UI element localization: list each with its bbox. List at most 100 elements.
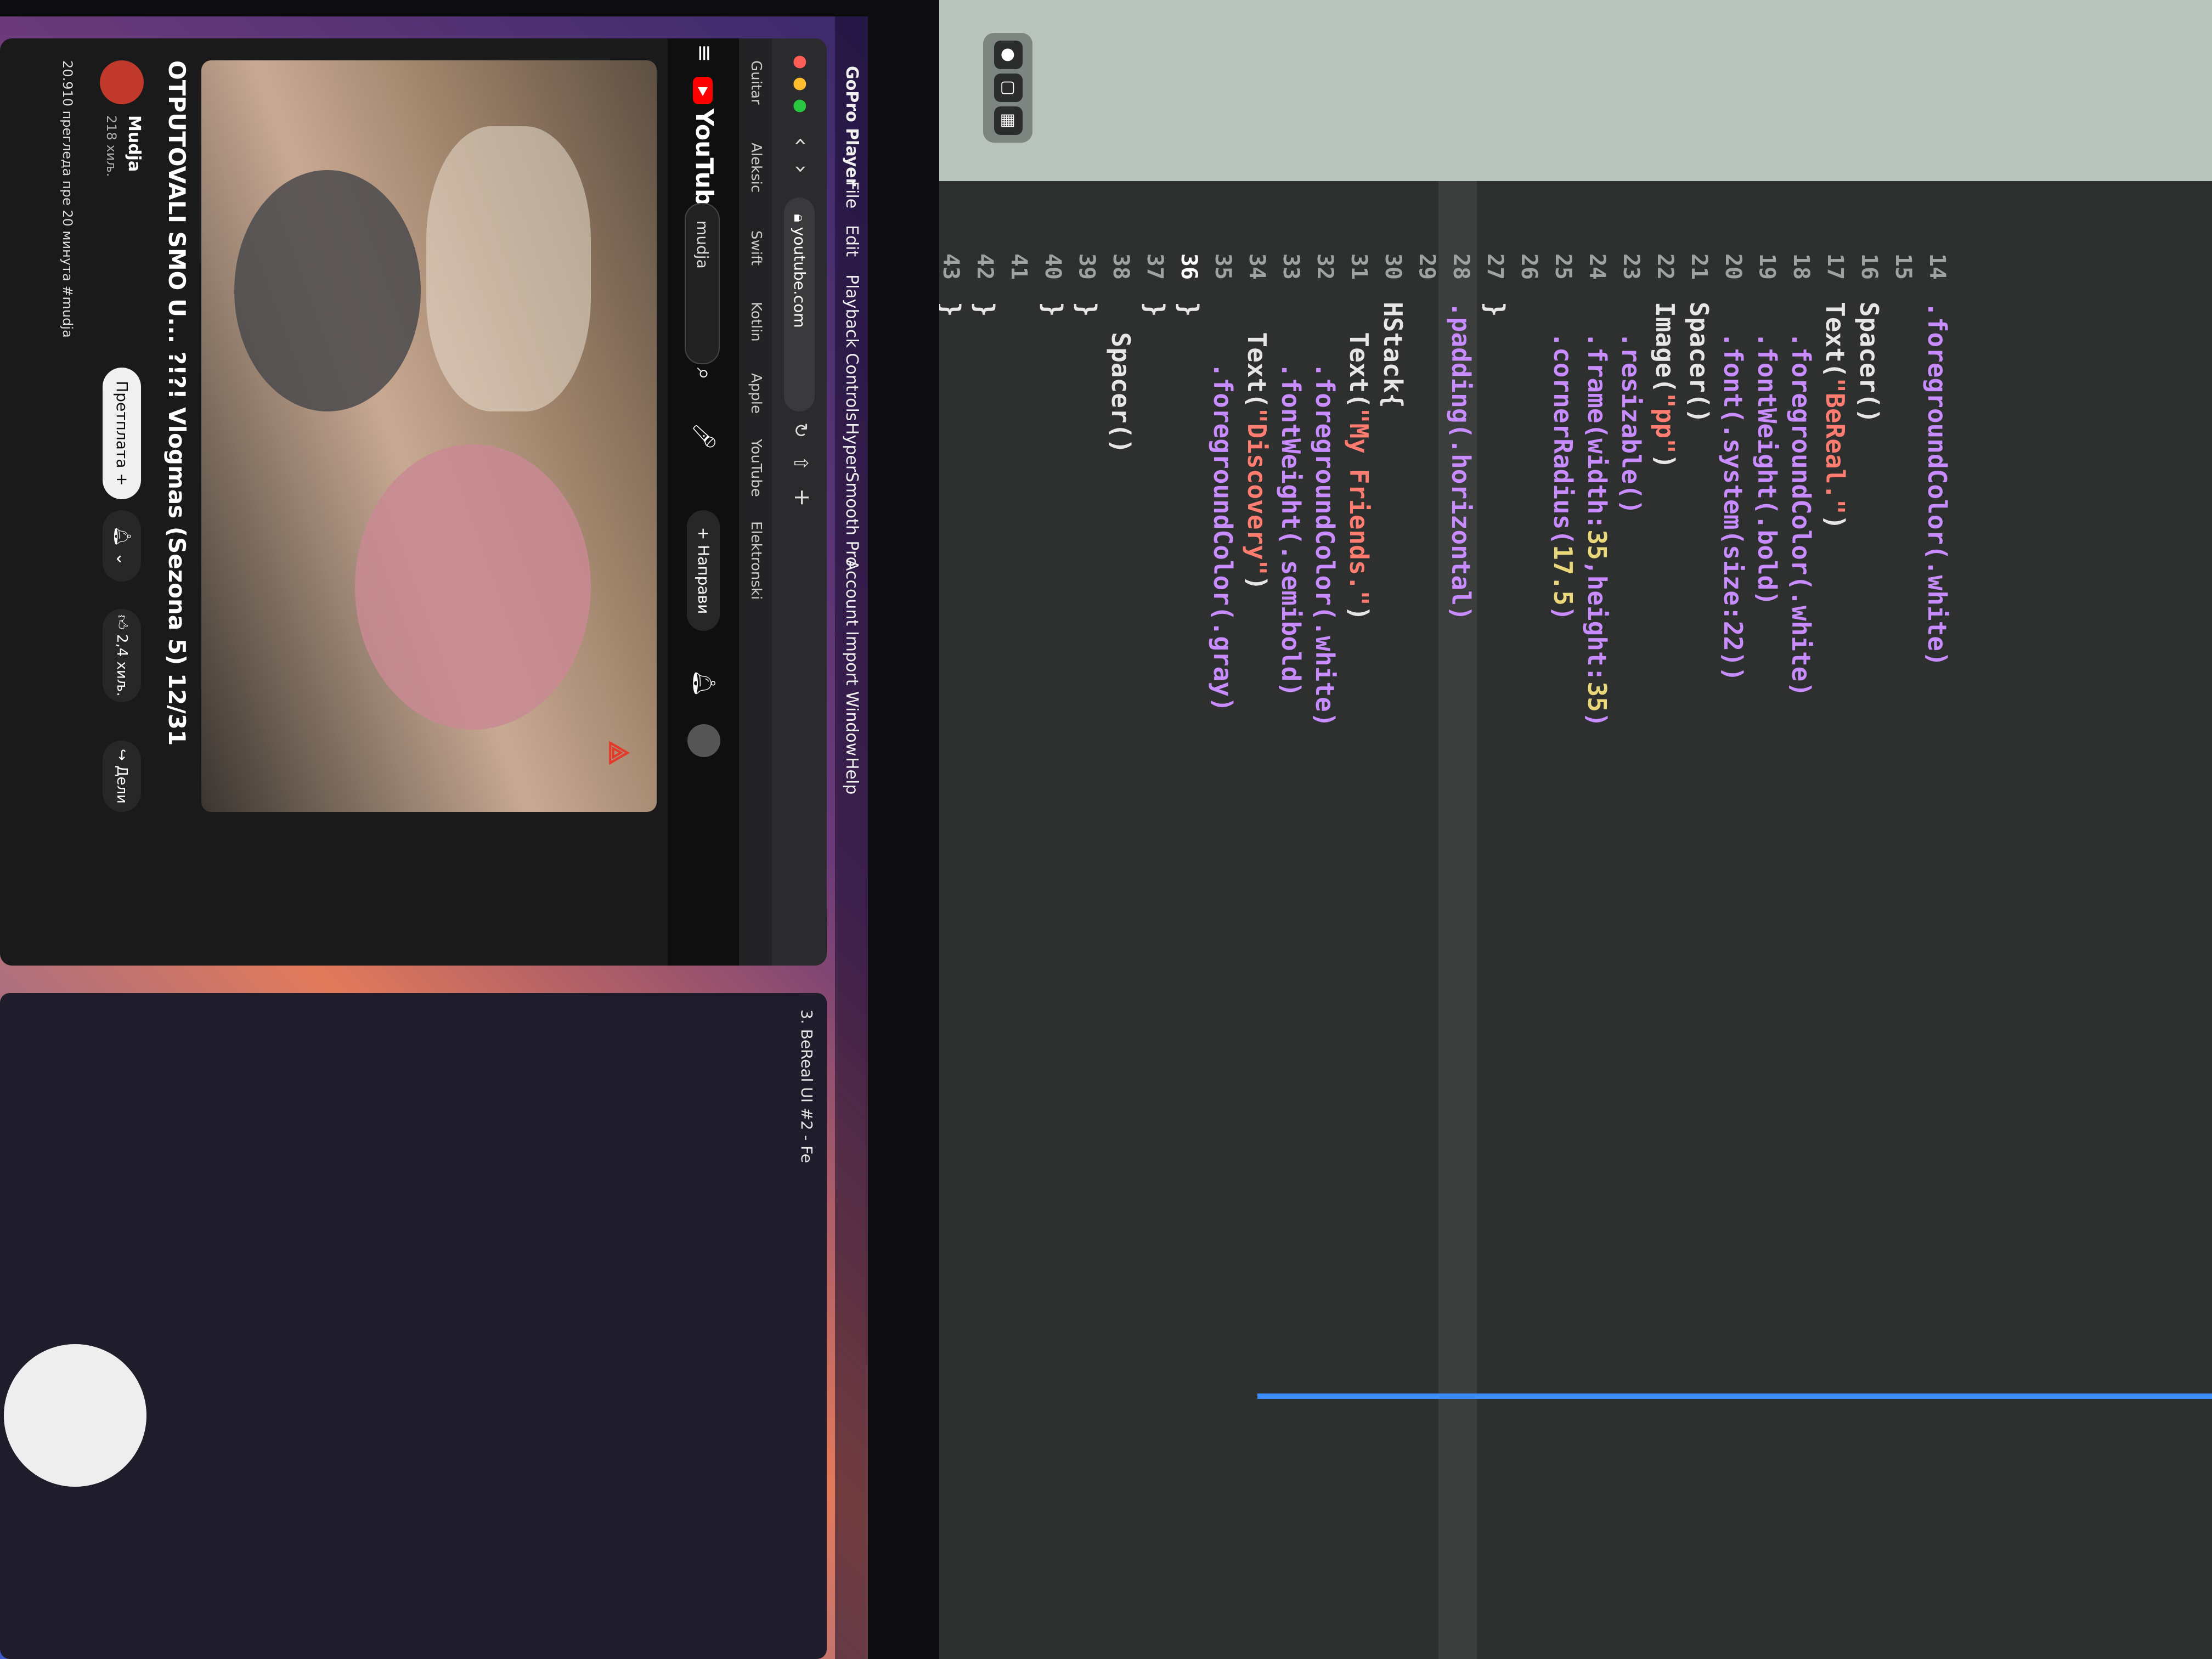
menu-account[interactable]: Account	[835, 560, 868, 626]
code-token: )	[1820, 514, 1850, 530]
code-token: Text(	[1344, 302, 1374, 408]
code-text: HStack{	[1376, 302, 1410, 408]
line-number: 16	[1857, 253, 1882, 280]
browser-toolbar: ● ● ● ‹ › 🔒︎ youtube.com ↻ ⇧ +	[772, 38, 827, 966]
menu-window[interactable]: Window	[835, 691, 868, 756]
code-token: .fontWeight(.bold)	[1752, 302, 1782, 606]
bookmark-aleksic[interactable]: Aleksic	[748, 143, 764, 193]
bookmark-kotlin[interactable]: Kotlin	[748, 302, 764, 342]
line-number: 23	[1618, 253, 1644, 280]
channel-name[interactable]: Mudja	[125, 115, 144, 172]
bookmark-guitar[interactable]: Guitar	[748, 60, 764, 105]
code-text: }	[1036, 302, 1070, 317]
code-token: Spacer()	[1854, 302, 1884, 424]
line-number: 33	[1278, 253, 1304, 280]
menu-playback-controls[interactable]: Playback Controls	[835, 274, 868, 421]
code-editor-pane[interactable]: 14 .foregroundColor(.white) 15 16 Spacer() 17…	[734, 181, 2212, 1659]
menu-app-name[interactable]: GoPro Player	[835, 66, 868, 186]
code-token: )	[1242, 575, 1272, 591]
laptop-xcode-title: 3. BeReal UI #2 - Fe	[798, 1009, 816, 1163]
subscribe-button[interactable]: Претплата +	[103, 368, 141, 499]
channel-avatar[interactable]	[100, 60, 144, 104]
video-frame-person-pink	[355, 444, 591, 730]
share-button[interactable]: ↪ Дели	[103, 741, 141, 812]
code-token: }	[1038, 302, 1068, 317]
selectable-preview-button[interactable]: ▢	[994, 74, 1023, 102]
line-number: 29	[1414, 253, 1440, 280]
laptop-xcode-window: 3. BeReal UI #2 - Fe	[0, 993, 827, 1659]
code-token: )	[1548, 605, 1578, 621]
code-text: .resizable()	[1614, 302, 1648, 514]
like-button[interactable]: 👍︎ 2,4 хиљ.	[103, 609, 141, 702]
video-frame-person-dark	[234, 170, 421, 411]
menu-import[interactable]: Import	[835, 631, 868, 686]
code-token: .foregroundColor(.gray)	[1208, 302, 1238, 712]
share-icon[interactable]: ⇧	[789, 455, 811, 471]
notifications-icon[interactable]: 🔔︎	[691, 669, 717, 697]
channel-watermark-icon: ⟁	[603, 741, 635, 765]
code-text: .foregroundColor(.white)	[1920, 302, 1954, 667]
window-minimize-icon[interactable]: ●	[791, 77, 810, 91]
code-token: Spacer()	[1684, 302, 1714, 424]
menu-edit[interactable]: Edit	[835, 225, 868, 257]
editor-build-progress-bar	[1257, 1393, 2212, 1399]
line-number: 26	[1516, 253, 1542, 280]
canvas-controls: ● ▢ ▦	[983, 33, 1032, 143]
code-text: .fontWeight(.bold)	[1750, 302, 1784, 606]
code-token: .cornerRadius(	[1548, 302, 1578, 545]
reload-icon[interactable]: ↻	[789, 422, 811, 438]
code-token: Text(	[1820, 302, 1850, 378]
menu-file[interactable]: File	[835, 181, 868, 208]
bookmarks-bar: Guitar Aleksic Swift Kotlin Apple YouTub…	[739, 38, 772, 966]
new-tab-icon[interactable]: +	[789, 488, 815, 507]
code-token: HStack{	[1378, 302, 1408, 408]
line-number: 42	[972, 253, 997, 280]
forward-icon[interactable]: ›	[788, 165, 814, 173]
video-title: OTPUTOVALI SMO U... ?!?! Vlogmas (Sezona…	[163, 60, 190, 746]
line-number: 27	[1482, 253, 1508, 280]
search-icon[interactable]: ⌕	[692, 368, 717, 380]
menu-hypersmooth[interactable]: HyperSmooth Pro	[835, 422, 868, 567]
address-bar[interactable]: 🔒︎ youtube.com	[784, 198, 815, 411]
code-text: Text("My Friends.")	[1342, 302, 1376, 620]
bookmark-youtube[interactable]: YouTube	[748, 439, 764, 497]
line-number: 22	[1652, 253, 1678, 280]
mac-menu-bar: GoPro Player File Edit Playback Controls…	[835, 16, 868, 1659]
microphone-icon[interactable]: 🎤︎	[691, 422, 717, 450]
window-close-icon[interactable]: ●	[791, 55, 810, 69]
line-number: 24	[1584, 253, 1610, 280]
line-number: 36	[1176, 253, 1201, 280]
channel-subscribers: 218 хиљ.	[104, 115, 119, 177]
code-text: .font(.system(size:22))	[1716, 302, 1750, 681]
bookmark-elektronski[interactable]: Elektronski	[748, 521, 764, 600]
bookmark-apple[interactable]: Apple	[748, 373, 764, 414]
menu-help[interactable]: Help	[835, 757, 868, 794]
notification-bell-button[interactable]: 🔔︎ ⌄	[103, 510, 141, 582]
code-token: .foregroundColor(.white)	[1310, 302, 1340, 727]
bookmark-swift[interactable]: Swift	[748, 230, 764, 266]
code-token: 35	[1582, 681, 1612, 712]
youtube-play-icon	[693, 77, 713, 104]
line-number: 31	[1346, 253, 1372, 280]
hamburger-menu-icon[interactable]: ≡	[692, 44, 717, 63]
back-icon[interactable]: ‹	[788, 137, 814, 146]
avatar[interactable]	[687, 724, 720, 757]
line-number: 21	[1686, 253, 1712, 280]
code-text: Spacer()	[1104, 302, 1138, 454]
code-token: .padding(.horizontal)	[1446, 302, 1476, 621]
laptop-screen: GoPro Player File Edit Playback Controls…	[0, 16, 868, 1659]
youtube-logo[interactable]: YouTube	[690, 77, 718, 222]
create-button[interactable]: + Направи	[687, 510, 720, 631]
grid-icon[interactable]: ▦	[994, 106, 1023, 135]
code-text: Text("BeReal.")	[1818, 302, 1852, 529]
code-text: Image("pp")	[1648, 302, 1682, 469]
youtube-search-input[interactable]: mudja	[685, 203, 720, 364]
live-preview-button[interactable]: ●	[994, 41, 1023, 69]
line-number: 34	[1244, 253, 1269, 280]
subscribe-label: Претплата	[113, 381, 131, 469]
code-token: }	[1480, 302, 1510, 317]
video-player[interactable]: ⟁	[201, 60, 657, 812]
code-token: }	[1072, 302, 1102, 317]
window-zoom-icon[interactable]: ●	[791, 99, 810, 113]
channel-row: Mudja 218 хиљ. Претплата + 🔔︎ ⌄ 👍︎ 2,4 х…	[83, 60, 149, 828]
